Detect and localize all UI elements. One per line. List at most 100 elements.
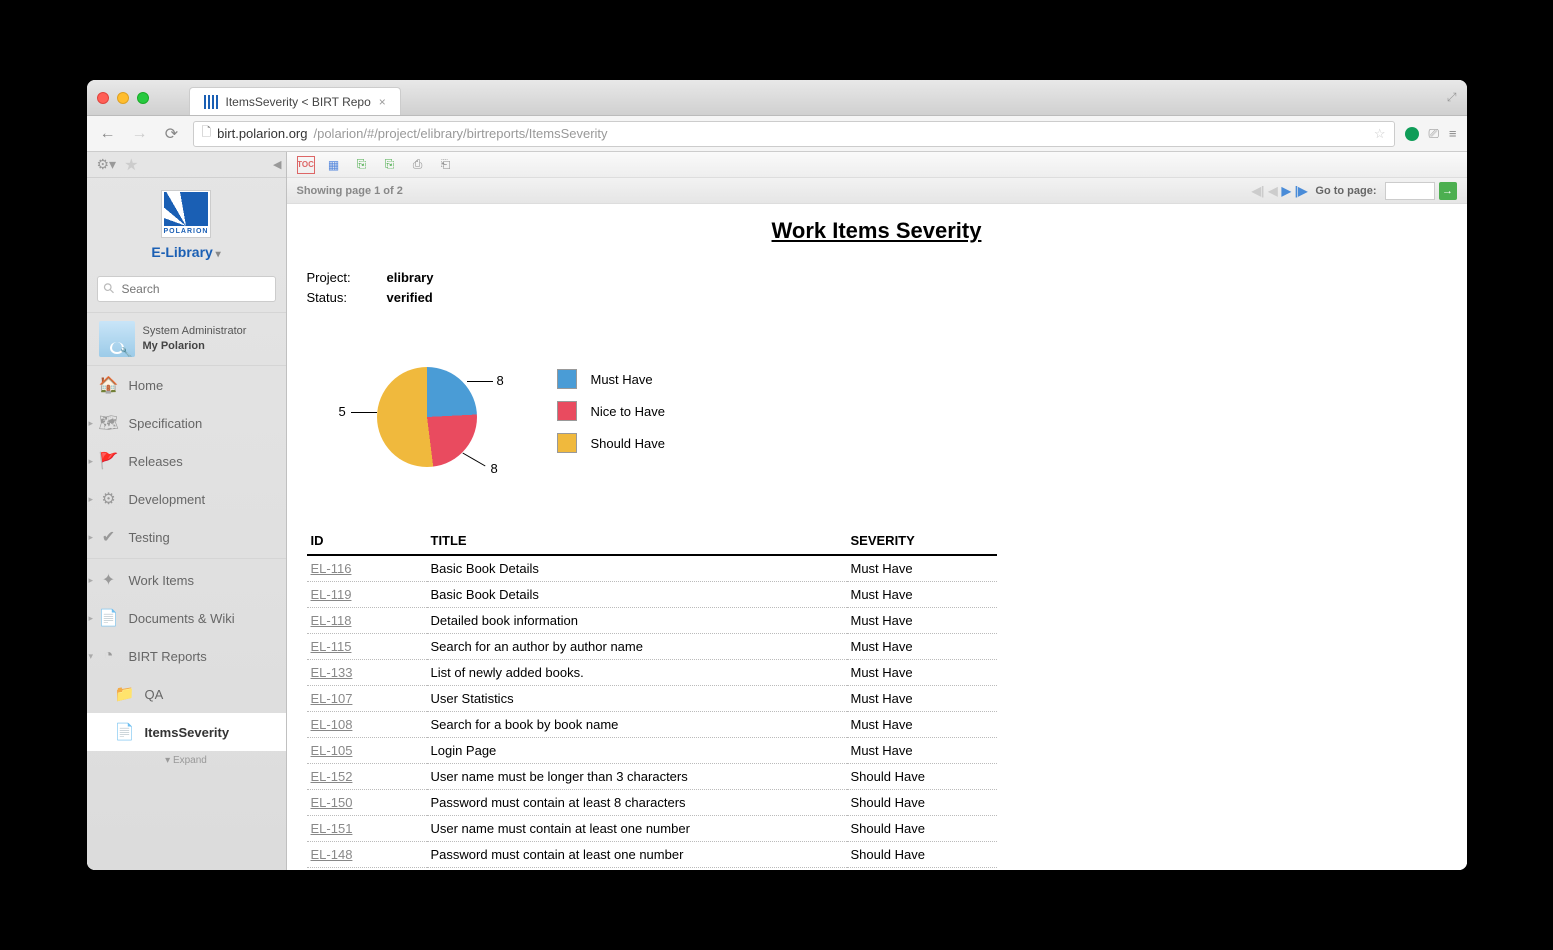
sidebar-item-testing[interactable]: ▸✔Testing xyxy=(87,518,286,556)
legend-swatch-icon xyxy=(557,401,577,421)
work-item-title: Search for a book by book name xyxy=(427,712,847,738)
work-item-severity: Should Have xyxy=(847,764,997,790)
fullscreen-icon[interactable]: ⤢ xyxy=(1447,90,1457,105)
work-item-title: Detailed book information xyxy=(427,608,847,634)
export-data-icon[interactable]: ⎘ xyxy=(381,156,399,174)
sidebar-item-birt-reports[interactable]: ▾◔BIRT Reports xyxy=(87,637,286,675)
sidebar-subitem-qa[interactable]: 📁QA xyxy=(87,675,286,713)
work-item-severity: Must Have xyxy=(847,582,997,608)
work-item-severity: Must Have xyxy=(847,738,997,764)
work-item-link[interactable]: EL-150 xyxy=(311,795,353,810)
bookmark-star-icon[interactable]: ☆ xyxy=(1374,126,1386,142)
work-item-title: User name must be longer than 3 characte… xyxy=(427,764,847,790)
table-header: TITLE xyxy=(427,527,847,555)
work-item-severity: Must Have xyxy=(847,634,997,660)
last-page-button[interactable]: |▶ xyxy=(1295,184,1308,198)
next-page-button[interactable]: ▶ xyxy=(1282,184,1291,198)
user-role: System Administrator xyxy=(143,325,247,337)
forward-button[interactable]: → xyxy=(129,123,151,145)
legend-row: Nice to Have xyxy=(557,401,665,421)
address-bar[interactable]: 🗋 birt.polarion.org/polarion/#/project/e… xyxy=(193,121,1395,147)
work-item-title: Search for an author by author name xyxy=(427,634,847,660)
work-item-link[interactable]: EL-133 xyxy=(311,665,353,680)
logo-text: POLARION xyxy=(164,226,209,237)
work-item-severity: Must Have xyxy=(847,660,997,686)
table-row: EL-151 User name must contain at least on… xyxy=(307,816,997,842)
work-item-link[interactable]: EL-105 xyxy=(311,743,353,758)
reload-button[interactable]: ⟳ xyxy=(161,123,183,145)
export-icon[interactable]: ⎘ xyxy=(353,156,371,174)
goto-page-button[interactable]: → xyxy=(1439,182,1457,200)
expand-hint[interactable]: Expand xyxy=(87,751,286,770)
sidebar-subitem-itemsseverity[interactable]: 📄ItemsSeverity xyxy=(87,713,286,751)
work-item-severity: Should Have xyxy=(847,816,997,842)
work-item-severity: Must Have xyxy=(847,555,997,582)
work-item-link[interactable]: EL-115 xyxy=(311,639,352,654)
table-row: EL-105Login PageMust Have xyxy=(307,738,997,764)
first-page-button[interactable]: ◀| xyxy=(1252,184,1265,198)
collapse-sidebar-icon[interactable]: ◀ xyxy=(273,158,281,171)
table-row: EL-108 Search for a book by book nameMust… xyxy=(307,712,997,738)
table-row: EL-133List of newly added books.Must Hav… xyxy=(307,660,997,686)
print-icon[interactable]: ⎙ xyxy=(409,156,427,174)
legend-label: Nice to Have xyxy=(591,404,665,419)
user-block[interactable]: System Administrator My Polarion xyxy=(87,312,286,366)
work-item-link[interactable]: EL-107 xyxy=(311,691,353,706)
project-selector[interactable]: E-Library xyxy=(87,244,286,260)
chart-legend: Must HaveNice to HaveShould Have xyxy=(557,369,665,465)
extension-icon[interactable] xyxy=(1405,127,1419,141)
meta-status-label: Status: xyxy=(307,288,387,308)
meta-project-label: Project: xyxy=(307,268,387,288)
prev-page-button[interactable]: ◀ xyxy=(1268,184,1277,198)
work-item-title: Password must contain at least one numbe… xyxy=(427,842,847,868)
work-item-link[interactable]: EL-151 xyxy=(311,821,353,836)
browser-tab[interactable]: ItemsSeverity < BIRT Repo × xyxy=(189,87,401,115)
parameters-icon[interactable]: ▦ xyxy=(325,156,343,174)
pie-label-musthave: 8 xyxy=(497,373,504,388)
back-button[interactable]: ← xyxy=(97,123,119,145)
work-item-title: User name must contain at least one numb… xyxy=(427,816,847,842)
sidebar-item-home[interactable]: 🏠Home xyxy=(87,366,286,404)
logo: POLARION xyxy=(161,190,211,238)
legend-row: Must Have xyxy=(557,369,665,389)
tab-close-icon[interactable]: × xyxy=(379,95,386,109)
work-item-title: Password must contain at least 8 charact… xyxy=(427,790,847,816)
work-item-link[interactable]: EL-116 xyxy=(311,561,352,576)
table-row: EL-152 User name must be longer than 3 ch… xyxy=(307,764,997,790)
work-item-link[interactable]: EL-119 xyxy=(311,587,352,602)
work-item-severity: Must Have xyxy=(847,608,997,634)
work-item-link[interactable]: EL-108 xyxy=(311,717,353,732)
window-maximize-button[interactable] xyxy=(137,92,149,104)
report-toolbar: TOC ▦ ⎘ ⎘ ⎙ ⎗ xyxy=(287,152,1467,178)
pie-label-nicetohave: 5 xyxy=(339,404,346,419)
work-item-link[interactable]: EL-118 xyxy=(311,613,352,628)
url-host: birt.polarion.org xyxy=(217,126,307,141)
work-item-severity: Must Have xyxy=(847,712,997,738)
server-print-icon[interactable]: ⎗ xyxy=(437,156,455,174)
nav-icon: ⚙ xyxy=(99,489,119,509)
work-item-link[interactable]: EL-148 xyxy=(311,847,353,862)
meta-status-value: verified xyxy=(387,288,433,308)
gear-icon[interactable]: ⚙▾ xyxy=(97,156,117,173)
sidebar-item-work-items[interactable]: ▸✦Work Items xyxy=(87,561,286,599)
cast-icon[interactable]: ⎚ xyxy=(1429,126,1439,142)
goto-page-input[interactable] xyxy=(1385,182,1435,200)
sidebar-item-development[interactable]: ▸⚙Development xyxy=(87,480,286,518)
sidebar-item-documents-wiki[interactable]: ▸📄Documents & Wiki xyxy=(87,599,286,637)
user-label: My Polarion xyxy=(143,339,247,354)
legend-label: Must Have xyxy=(591,372,653,387)
sidebar: ⚙▾ ★ ◀ POLARION E-Library System Admin xyxy=(87,152,287,870)
window-close-button[interactable] xyxy=(97,92,109,104)
nav-icon: ✦ xyxy=(99,570,119,590)
legend-swatch-icon xyxy=(557,369,577,389)
window-minimize-button[interactable] xyxy=(117,92,129,104)
work-item-severity: Should Have xyxy=(847,790,997,816)
search-input[interactable] xyxy=(97,276,276,302)
favorite-star-icon[interactable]: ★ xyxy=(124,155,138,175)
legend-swatch-icon xyxy=(557,433,577,453)
sidebar-item-releases[interactable]: ▸🚩Releases xyxy=(87,442,286,480)
sidebar-item-specification[interactable]: ▸🗺Specification xyxy=(87,404,286,442)
toc-icon[interactable]: TOC xyxy=(297,156,315,174)
menu-icon[interactable]: ≡ xyxy=(1449,126,1457,141)
work-item-link[interactable]: EL-152 xyxy=(311,769,353,784)
